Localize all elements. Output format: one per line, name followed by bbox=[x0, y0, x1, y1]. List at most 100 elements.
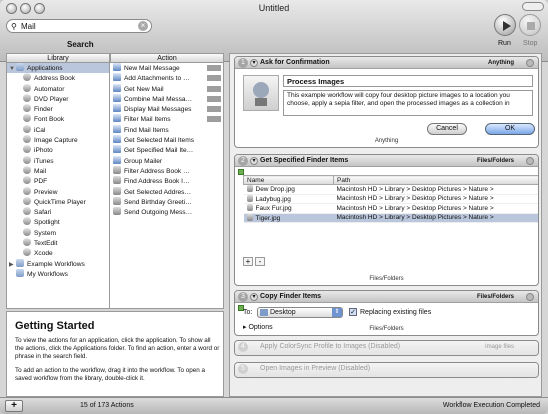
application-icon bbox=[23, 176, 31, 185]
action-item[interactable]: Display Mail Messages bbox=[110, 104, 223, 114]
action-item[interactable]: Combine Mail Messa… bbox=[110, 93, 223, 104]
library-item-label: DVD Player bbox=[34, 95, 69, 103]
library-item[interactable]: Image Capture bbox=[7, 135, 109, 145]
action-header[interactable]: Action bbox=[110, 53, 224, 63]
file-name-cell: Dew Drop.jpg bbox=[243, 184, 334, 195]
disclosure-icon[interactable]: ▾ bbox=[250, 293, 258, 301]
library-item[interactable]: DVD Player bbox=[7, 93, 109, 104]
library-item[interactable]: QuickTime Player bbox=[7, 196, 109, 207]
action-item[interactable]: Filter Address Book … bbox=[110, 165, 223, 176]
library-item[interactable]: Safari bbox=[7, 207, 109, 217]
stop-button[interactable] bbox=[519, 14, 541, 36]
confirmation-message-field[interactable]: This example workflow will copy four des… bbox=[283, 90, 533, 116]
run-button[interactable] bbox=[494, 14, 516, 36]
library-item[interactable]: Spotlight bbox=[7, 217, 109, 227]
mail-action-icon bbox=[113, 114, 121, 123]
mail-action-icon bbox=[113, 63, 121, 71]
remove-action-icon[interactable] bbox=[526, 59, 534, 67]
library-item[interactable]: Mail bbox=[7, 165, 109, 176]
disclosure-expanded-icon[interactable]: ▼ bbox=[9, 64, 16, 73]
remove-action-icon[interactable] bbox=[526, 293, 534, 301]
library-item-label: Automator bbox=[34, 85, 65, 93]
action-item-label: Send Outgoing Mess… bbox=[124, 209, 193, 217]
action-copy-finder-items[interactable]: 3 ▾ Copy Finder Items Files/Folders To: … bbox=[234, 290, 539, 336]
file-row[interactable]: Tiger.jpg Macintosh HD > Library > Deskto… bbox=[243, 213, 538, 223]
library-item-label: Safari bbox=[34, 209, 52, 217]
remove-item-button[interactable]: - bbox=[255, 257, 265, 266]
action-item[interactable]: Get Specified Mail Ite… bbox=[110, 145, 223, 155]
application-icon bbox=[23, 248, 31, 257]
library-item-label: PDF bbox=[34, 178, 48, 186]
action-item[interactable]: New Mail Message bbox=[110, 63, 223, 73]
action-item[interactable]: Add Attachments to … bbox=[110, 73, 223, 83]
replace-checkbox[interactable]: ✓ bbox=[349, 308, 357, 316]
file-path: Macintosh HD > Library > Desktop Picture… bbox=[333, 213, 538, 223]
ok-button[interactable]: OK bbox=[485, 123, 535, 135]
library-item[interactable]: iPhoto bbox=[7, 145, 109, 155]
input-type[interactable]: Files/Folders bbox=[477, 158, 514, 164]
action-item[interactable]: Get New Mail bbox=[110, 83, 223, 94]
library-item[interactable]: PDF bbox=[7, 176, 109, 186]
library-header[interactable]: Library bbox=[6, 53, 110, 63]
cancel-button[interactable]: Cancel bbox=[427, 123, 467, 135]
library-item[interactable]: Automator bbox=[7, 83, 109, 94]
file-row[interactable]: Ladybug.jpg Macintosh HD > Library > Desk… bbox=[243, 194, 538, 204]
library-item[interactable]: ▶ Example Workflows bbox=[7, 258, 109, 269]
library-item[interactable]: Preview bbox=[7, 186, 109, 197]
library-item[interactable]: My Workflows bbox=[7, 268, 109, 279]
library-item[interactable]: iCal bbox=[7, 124, 109, 135]
search-field[interactable]: ⚲ Mail × bbox=[6, 19, 152, 33]
add-button[interactable]: + bbox=[5, 400, 23, 412]
search-input[interactable]: Mail bbox=[21, 22, 36, 31]
library-item[interactable]: Xcode bbox=[7, 248, 109, 258]
action-item[interactable]: Group Mailer bbox=[110, 155, 223, 166]
step-number: 5 bbox=[238, 364, 248, 374]
disclosure-collapsed-icon[interactable]: ▶ bbox=[9, 260, 16, 269]
address-book-action-icon bbox=[113, 207, 121, 216]
action-header-bar[interactable]: 2 ▾ Get Specified Finder Items Files/Fol… bbox=[235, 155, 538, 167]
confirmation-title-field[interactable]: Process Images bbox=[283, 75, 533, 87]
action-header-bar[interactable]: 3 ▾ Copy Finder Items Files/Folders bbox=[235, 291, 538, 303]
file-path: Macintosh HD > Library > Desktop Picture… bbox=[333, 184, 538, 195]
action-item[interactable]: Find Address Book I… bbox=[110, 176, 223, 186]
action-header-bar[interactable]: 4 Apply ColorSync Profile to Images (Dis… bbox=[235, 341, 538, 355]
remove-action-icon[interactable] bbox=[526, 157, 534, 165]
library-item-label: Spotlight bbox=[34, 219, 60, 227]
disclosure-icon[interactable]: ▾ bbox=[250, 59, 258, 67]
input-type[interactable]: Files/Folders bbox=[477, 294, 514, 300]
destination-popup[interactable]: Desktop ⇕ bbox=[257, 307, 343, 318]
input-type[interactable]: Anything bbox=[488, 60, 514, 66]
file-path: Macintosh HD > Library > Desktop Picture… bbox=[333, 203, 538, 214]
file-row[interactable]: Faux Fur.jpg Macintosh HD > Library > Des… bbox=[243, 203, 538, 214]
action-get-specified-finder-items[interactable]: 2 ▾ Get Specified Finder Items Files/Fol… bbox=[234, 154, 539, 286]
file-name-cell: Ladybug.jpg bbox=[243, 194, 334, 204]
toolbar-toggle-button[interactable] bbox=[522, 2, 544, 11]
action-item[interactable]: Send Birthday Greeti… bbox=[110, 196, 223, 207]
library-item[interactable]: System bbox=[7, 227, 109, 238]
path-column-header[interactable]: Path bbox=[333, 175, 538, 185]
name-column-header[interactable]: Name bbox=[243, 175, 334, 185]
library-item[interactable]: Address Book bbox=[7, 73, 109, 83]
address-book-action-icon bbox=[113, 176, 121, 185]
action-item[interactable]: Filter Mail Items bbox=[110, 114, 223, 124]
disclosure-icon[interactable]: ▾ bbox=[250, 157, 258, 165]
action-header-bar[interactable]: 5 Open Images in Preview (Disabled) bbox=[235, 363, 538, 377]
library-item[interactable]: iTunes bbox=[7, 155, 109, 166]
library-item[interactable]: Finder bbox=[7, 104, 109, 114]
action-item-label: Group Mailer bbox=[124, 157, 163, 165]
action-item[interactable]: Find Mail Items bbox=[110, 124, 223, 135]
add-item-button[interactable]: + bbox=[243, 257, 253, 266]
action-item[interactable]: Get Selected Addres… bbox=[110, 186, 223, 197]
file-row[interactable]: Dew Drop.jpg Macintosh HD > Library > Des… bbox=[243, 184, 538, 195]
action-item[interactable]: Send Outgoing Mess… bbox=[110, 207, 223, 217]
action-apply-colorsync-disabled[interactable]: 4 Apply ColorSync Profile to Images (Dis… bbox=[234, 340, 539, 356]
clear-search-icon[interactable]: × bbox=[138, 21, 148, 31]
action-item[interactable]: Get Selected Mail Items bbox=[110, 135, 223, 145]
action-open-images-disabled[interactable]: 5 Open Images in Preview (Disabled) bbox=[234, 362, 539, 378]
action-ask-for-confirmation[interactable]: 1 ▾ Ask for Confirmation Anything Proces… bbox=[234, 56, 539, 148]
library-item[interactable]: ▼ Applications bbox=[7, 63, 109, 74]
library-item[interactable]: TextEdit bbox=[7, 238, 109, 248]
action-header-bar[interactable]: 1 ▾ Ask for Confirmation Anything bbox=[235, 57, 538, 69]
library-item[interactable]: Font Book bbox=[7, 114, 109, 124]
file-table[interactable]: Name Path Dew Drop.jpg Macintosh HD > Libr… bbox=[243, 175, 538, 223]
